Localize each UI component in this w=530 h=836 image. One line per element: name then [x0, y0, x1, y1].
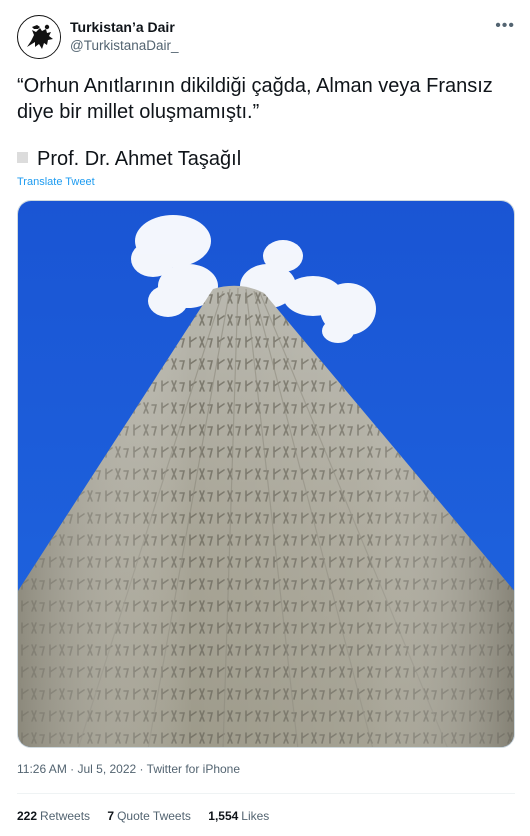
likes-stat[interactable]: 1,554 Likes — [208, 809, 269, 823]
quote-tweets-stat[interactable]: 7 Quote Tweets — [107, 809, 191, 823]
orkhon-monument-photo — [18, 201, 514, 747]
translate-tweet-link[interactable]: Translate Tweet — [17, 176, 95, 188]
quote-tweets-count: 7 — [107, 809, 115, 823]
retweets-count: 222 — [17, 809, 38, 823]
quote-author: Prof. Dr. Ahmet Taşağıl — [17, 146, 241, 172]
retweets-label: Retweets — [40, 809, 91, 823]
user-handle[interactable]: @TurkistanaDair_ — [70, 38, 179, 53]
tweet-stats: 222 Retweets 7 Quote Tweets 1,554 Likes — [17, 809, 283, 823]
tweet-date[interactable]: Jul 5, 2022 — [77, 762, 136, 776]
tweet-header: Turkistan’a Dair @TurkistanaDair_ ••• — [17, 15, 517, 59]
horse-rider-logo-icon — [19, 17, 60, 58]
tweet-image[interactable] — [17, 200, 515, 748]
quote-author-name: Prof. Dr. Ahmet Taşağıl — [37, 148, 242, 170]
avatar[interactable] — [17, 15, 61, 59]
tweet-source[interactable]: Twitter for iPhone — [147, 762, 240, 776]
tweet-time[interactable]: 11:26 AM — [17, 762, 67, 776]
likes-count: 1,554 — [208, 809, 239, 823]
retweets-stat[interactable]: 222 Retweets — [17, 809, 90, 823]
likes-label: Likes — [241, 809, 270, 823]
tweet-text: “Orhun Anıtlarının dikildiği çağda, Alma… — [17, 75, 493, 123]
more-options-icon[interactable]: ••• — [495, 17, 515, 35]
display-name[interactable]: Turkistan’a Dair — [70, 19, 175, 35]
tweet-metadata: 11:26 AM · Jul 5, 2022 · Twitter for iPh… — [17, 762, 240, 776]
divider — [17, 793, 515, 794]
separator: · — [66, 762, 78, 776]
square-bullet-icon — [17, 152, 28, 163]
separator: · — [136, 762, 147, 776]
quote-tweets-label: Quote Tweets — [117, 809, 191, 823]
